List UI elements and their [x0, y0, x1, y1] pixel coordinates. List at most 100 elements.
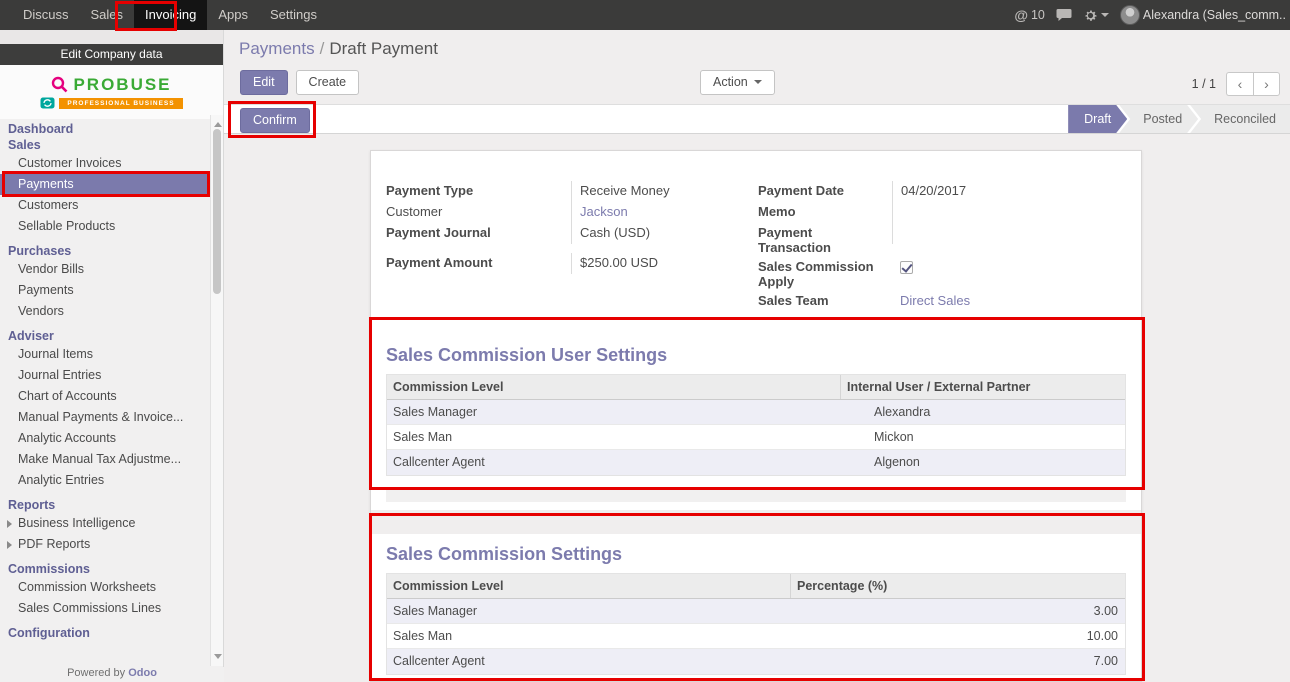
sidebar-item-manual-tax-adjustment[interactable]: Make Manual Tax Adjustme... [0, 449, 209, 470]
debug-menu-button[interactable] [1083, 8, 1109, 23]
sidebar-item-sellable-products[interactable]: Sellable Products [0, 216, 209, 237]
menu-sales[interactable]: Sales [80, 0, 135, 30]
column-header-commission-level[interactable]: Commission Level [387, 375, 840, 399]
recycle-chat-icon [40, 97, 55, 110]
table-row[interactable]: Sales Manager Alexandra [387, 400, 1125, 425]
sidebar-item-journal-entries[interactable]: Journal Entries [0, 365, 209, 386]
sidebar-scrollbar[interactable] [210, 115, 223, 666]
statusbar: Confirm Draft Posted Reconciled [224, 104, 1290, 134]
sidebar-section-purchases[interactable]: Purchases [0, 243, 209, 259]
sidebar-item-dashboard[interactable]: Dashboard [0, 121, 209, 137]
sidebar-section-commissions[interactable]: Commissions [0, 561, 209, 577]
scrollbar-thumb[interactable] [213, 129, 221, 294]
breadcrumb-payments-link[interactable]: Payments [239, 39, 315, 58]
scroll-up-icon[interactable] [214, 118, 222, 127]
status-posted[interactable]: Posted [1119, 105, 1198, 133]
user-settings-table: Commission Level Internal User / Externa… [386, 374, 1126, 476]
payment-transaction-value [892, 223, 1126, 244]
status-draft: Draft [1068, 105, 1127, 133]
payment-type-label: Payment Type [386, 181, 571, 200]
form-right-column: Payment Date 04/20/2017 Memo Payment Tra… [758, 181, 1126, 312]
expand-arrow-icon [7, 520, 16, 528]
commission-level-cell: Callcenter Agent [387, 450, 840, 475]
table-header: Commission Level Internal User / Externa… [387, 375, 1125, 400]
powered-by-odoo: Powered by Odoo [0, 667, 224, 682]
column-header-internal-user[interactable]: Internal User / External Partner [840, 375, 1125, 399]
pager-next-button[interactable]: › [1253, 72, 1280, 96]
memo-label: Memo [758, 202, 892, 221]
sales-commission-apply-label: Sales Commission Apply [758, 257, 892, 291]
sales-team-label: Sales Team [758, 291, 892, 310]
form-left-column: Payment Type Receive Money Customer Jack… [386, 181, 758, 312]
table-row[interactable]: Callcenter Agent Algenon [387, 450, 1125, 475]
sidebar-item-customers[interactable]: Customers [0, 195, 209, 216]
commission-level-cell: Sales Man [387, 624, 790, 648]
menu-apps[interactable]: Apps [207, 0, 259, 30]
commission-level-cell: Sales Man [387, 425, 840, 449]
table-row[interactable]: Sales Man 10.00 [387, 624, 1125, 649]
sidebar-item-pdf-reports[interactable]: PDF Reports [0, 534, 209, 555]
payment-form: Payment Type Receive Money Customer Jack… [386, 181, 1126, 312]
payment-transaction-label: Payment Transaction [758, 223, 892, 257]
column-header-percentage[interactable]: Percentage (%) [790, 574, 1125, 598]
sidebar-item-manual-payments[interactable]: Manual Payments & Invoice... [0, 407, 209, 428]
sidebar-item-vendor-payments[interactable]: Payments [0, 280, 209, 301]
sidebar-section-sales[interactable]: Sales [0, 137, 209, 153]
control-panel: Payments/Draft Payment Edit Create Actio… [224, 30, 1290, 104]
sidebar-item-journal-items[interactable]: Journal Items [0, 344, 209, 365]
sidebar-item-chart-of-accounts[interactable]: Chart of Accounts [0, 386, 209, 407]
form-sheet: Payment Type Receive Money Customer Jack… [370, 150, 1142, 682]
sidebar-item-commission-worksheets[interactable]: Commission Worksheets [0, 577, 209, 598]
pager-previous-button[interactable]: ‹ [1226, 72, 1253, 96]
edit-button[interactable]: Edit [240, 70, 288, 95]
user-menu[interactable]: Alexandra (Sales_comm.. [1120, 5, 1286, 25]
menu-invoicing[interactable]: Invoicing [134, 0, 207, 30]
sales-commission-apply-checkbox[interactable] [900, 261, 913, 274]
sidebar-item-label: PDF Reports [18, 537, 90, 551]
sidebar-section-configuration[interactable]: Configuration [0, 625, 209, 641]
percentage-cell: 3.00 [790, 599, 1125, 623]
sales-team-link[interactable]: Direct Sales [900, 293, 970, 308]
sidebar-nav: Dashboard Sales Customer Invoices Paymen… [0, 119, 223, 641]
top-navbar: Discuss Sales Invoicing Apps Settings @ … [0, 0, 1290, 30]
powered-by-label: Powered by [67, 667, 125, 679]
messages-button[interactable] [1056, 8, 1072, 22]
customer-link[interactable]: Jackson [580, 204, 628, 219]
sidebar-item-business-intelligence[interactable]: Business Intelligence [0, 513, 209, 534]
sidebar-item-customer-invoices[interactable]: Customer Invoices [0, 153, 209, 174]
systray: @ 10 Alexandra (Sales_comm.. [1014, 0, 1286, 30]
table-row[interactable]: Sales Manager 3.00 [387, 599, 1125, 624]
menu-discuss[interactable]: Discuss [12, 0, 80, 30]
sidebar-item-vendors[interactable]: Vendors [0, 301, 209, 322]
odoo-brand-link[interactable]: Odoo [128, 667, 157, 679]
sidebar-item-vendor-bills[interactable]: Vendor Bills [0, 259, 209, 280]
status-reconciled[interactable]: Reconciled [1190, 105, 1290, 133]
scroll-down-icon[interactable] [214, 654, 222, 663]
commission-settings-table: Commission Level Percentage (%) Sales Ma… [386, 573, 1126, 675]
logo-subtitle: PROFESSIONAL BUSINESS [59, 98, 182, 109]
payment-date-label: Payment Date [758, 181, 892, 200]
menu-settings[interactable]: Settings [259, 0, 328, 30]
action-dropdown[interactable]: Action [700, 70, 775, 95]
table-row[interactable]: Sales Man Mickon [387, 425, 1125, 450]
memo-value [892, 202, 1126, 223]
user-cell: Algenon [840, 450, 1125, 475]
customer-label: Customer [386, 202, 571, 221]
sidebar-item-payments[interactable]: Payments [0, 174, 209, 195]
sidebar-item-sales-commissions-lines[interactable]: Sales Commissions Lines [0, 598, 209, 619]
edit-company-data-button[interactable]: Edit Company data [0, 44, 223, 65]
company-logo: PROBUSE PROFESSIONAL BUSINESS [0, 65, 223, 119]
sidebar-item-analytic-accounts[interactable]: Analytic Accounts [0, 428, 209, 449]
confirm-button[interactable]: Confirm [240, 108, 310, 133]
create-button[interactable]: Create [296, 70, 360, 95]
mention-indicator[interactable]: @ 10 [1014, 7, 1045, 23]
column-header-commission-level[interactable]: Commission Level [387, 574, 790, 598]
table-row[interactable]: Callcenter Agent 7.00 [387, 649, 1125, 674]
sidebar-section-reports[interactable]: Reports [0, 497, 209, 513]
sidebar-top-strip [0, 30, 223, 44]
page: Discuss Sales Invoicing Apps Settings @ … [0, 0, 1290, 682]
commission-level-cell: Sales Manager [387, 599, 790, 623]
sidebar-item-analytic-entries[interactable]: Analytic Entries [0, 470, 209, 491]
chevron-down-icon [1101, 13, 1109, 21]
sidebar-section-adviser[interactable]: Adviser [0, 328, 209, 344]
